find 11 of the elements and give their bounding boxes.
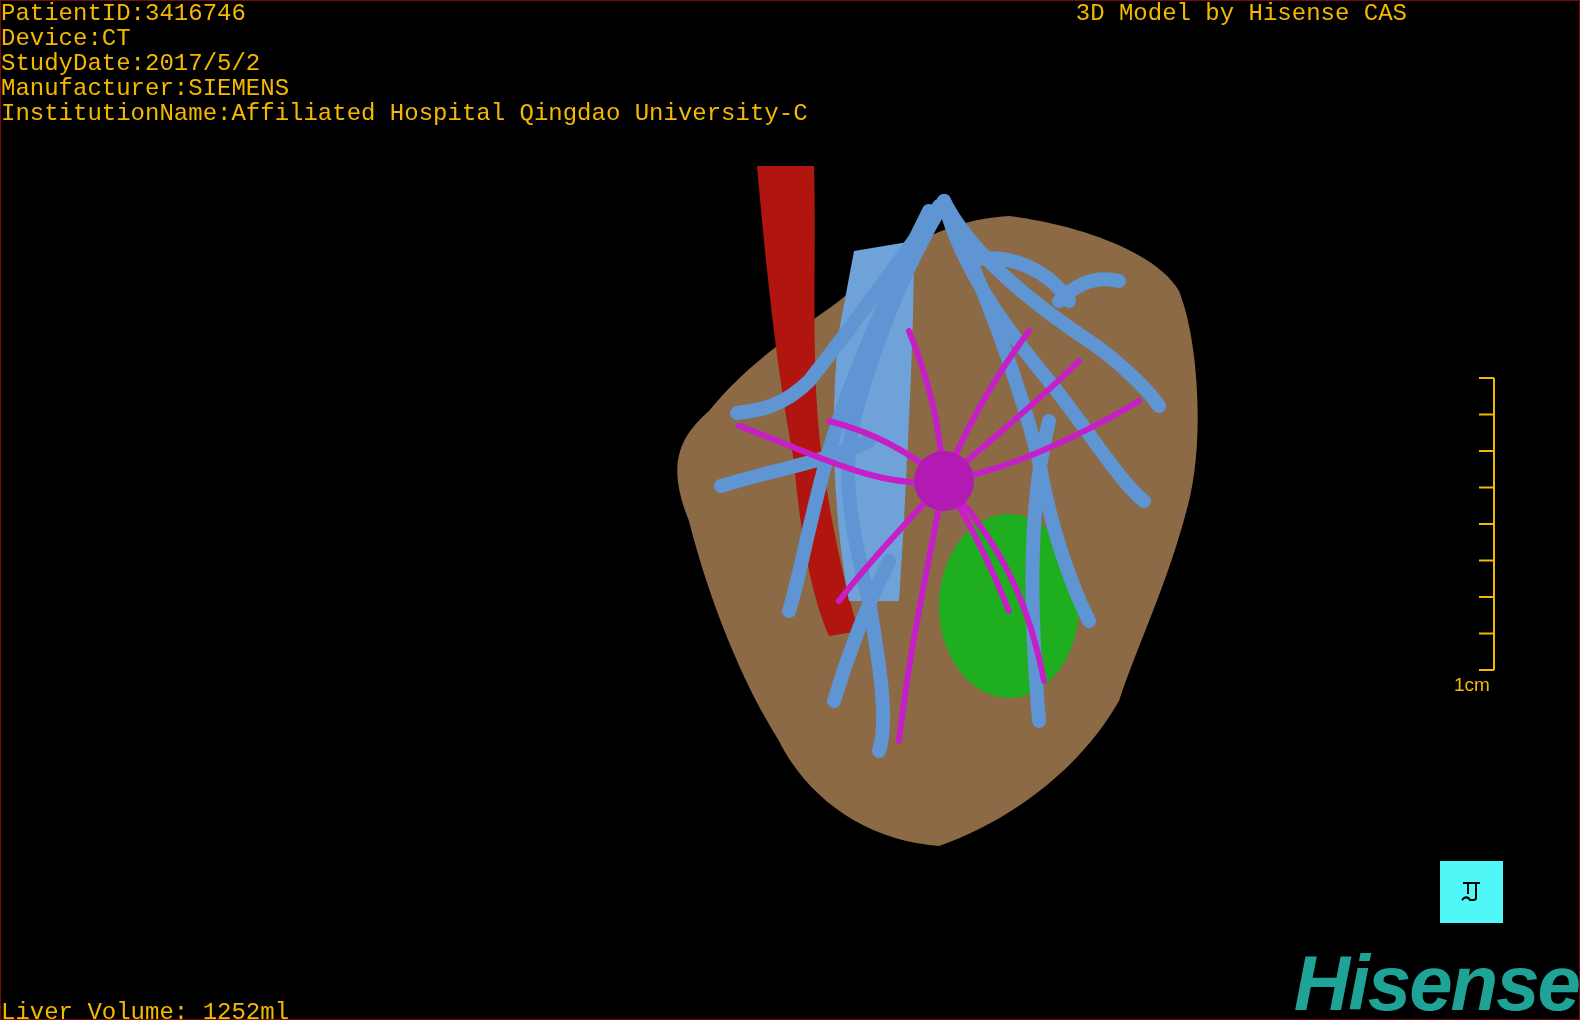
- patient-info-text: PatientID:3416746: [1, 1, 247, 26]
- model-credit-text: 3D Model by Hisense CAS: [1075, 1, 1407, 26]
- scale-bar-icon: [1477, 376, 1497, 672]
- orientation-widget[interactable]: [1440, 861, 1503, 923]
- patient-info-text: Device:CT: [1, 26, 132, 51]
- brand-logo: Hisense: [1293, 945, 1579, 1019]
- patient-info-text: StudyDate:2017/5/2: [1, 51, 262, 76]
- scale-label: 1cm: [1454, 674, 1490, 696]
- liver-volume-text: Liver Volume: 1252ml: [1, 1000, 290, 1019]
- patient-info-text: InstitutionName:Affiliated Hospital Qingdao University-C: [1, 101, 808, 126]
- patient-info-text: Manufacturer:SIEMENS: [1, 76, 291, 101]
